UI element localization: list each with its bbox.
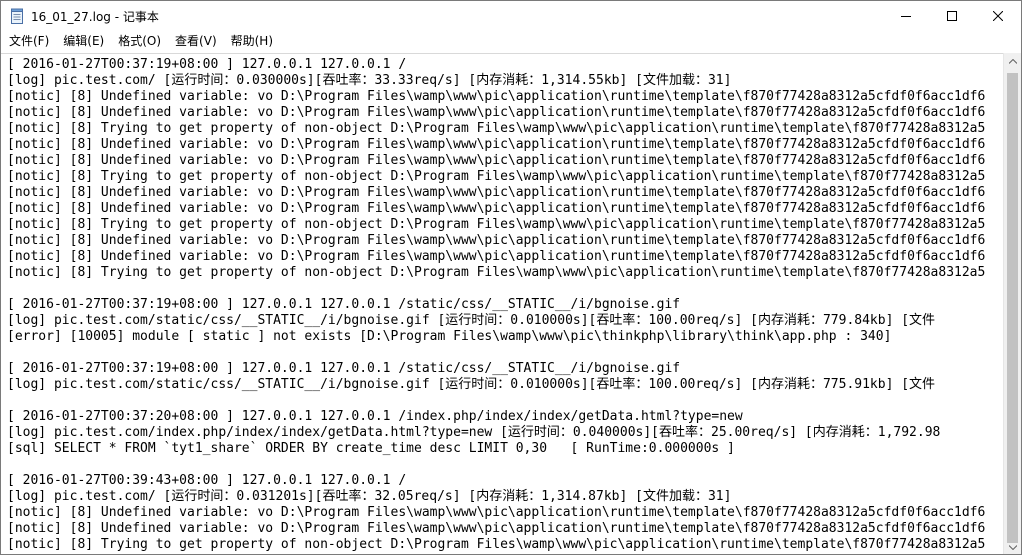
log-line: [log] pic.test.com/static/css/__STATIC__… [7,377,936,392]
log-line: [ 2016-01-27T00:37:19+08:00 ] 127.0.0.1 … [7,297,681,312]
log-content: [ 2016-01-27T00:37:19+08:00 ] 127.0.0.1 … [1,54,1003,553]
minimize-icon [901,16,911,17]
log-line: [ 2016-01-27T00:37:20+08:00 ] 127.0.0.1 … [7,409,743,424]
minimize-button[interactable] [883,1,929,31]
close-icon [993,11,1003,21]
menu-format[interactable]: 格式(O) [111,31,168,52]
scroll-up-button[interactable] [1004,53,1021,70]
log-line: [notic] [8] Undefined variable: vo D:\Pr… [7,233,986,248]
scroll-down-button[interactable] [1004,539,1021,554]
log-line: [log] pic.test.com/ [运行时间：0.031201s][吞吐率… [7,489,732,504]
menu-edit[interactable]: 编辑(E) [56,31,111,52]
arrow-down-icon [1008,545,1017,550]
log-line: [notic] [8] Undefined variable: vo D:\Pr… [7,505,986,520]
menu-help[interactable]: 帮助(H) [224,31,280,52]
log-line: [notic] [8] Undefined variable: vo D:\Pr… [7,105,986,120]
log-line: [ 2016-01-27T00:37:19+08:00 ] 127.0.0.1 … [7,57,407,72]
maximize-button[interactable] [929,1,975,31]
log-line: [notic] [8] Trying to get property of no… [7,265,986,280]
log-line: [notic] [8] Undefined variable: vo D:\Pr… [7,201,986,216]
log-line: [notic] [8] Undefined variable: vo D:\Pr… [7,137,986,152]
log-line: [notic] [8] Trying to get property of no… [7,169,986,184]
log-line: [log] pic.test.com/static/css/__STATIC__… [7,313,936,328]
arrow-up-icon [1008,59,1017,64]
vertical-scrollbar[interactable] [1003,53,1021,554]
log-line: [notic] [8] Undefined variable: vo D:\Pr… [7,249,986,264]
log-line: [log] pic.test.com/index.php/index/index… [7,425,941,440]
log-line: [notic] [8] Trying to get property of no… [7,217,986,232]
notepad-icon [9,8,25,24]
log-line: [notic] [8] Undefined variable: vo D:\Pr… [7,185,986,200]
notepad-window: 16_01_27.log - 记事本 文件(F) 编辑(E) 格式(O) 查看(… [0,0,1022,555]
log-line: [ 2016-01-27T00:37:19+08:00 ] 127.0.0.1 … [7,361,681,376]
close-button[interactable] [975,1,1021,31]
log-line: [notic] [8] Undefined variable: vo D:\Pr… [7,153,986,168]
maximize-icon [947,11,957,21]
window-title: 16_01_27.log - 记事本 [31,9,159,24]
menu-view[interactable]: 查看(V) [168,31,224,52]
menu-bar: 文件(F) 编辑(E) 格式(O) 查看(V) 帮助(H) [1,31,1021,52]
scroll-thumb[interactable] [1007,73,1018,543]
log-line: [log] pic.test.com/ [运行时间：0.030000s][吞吐率… [7,73,732,88]
log-line: [ 2016-01-27T00:39:43+08:00 ] 127.0.0.1 … [7,473,407,488]
log-line: [notic] [8] Undefined variable: vo D:\Pr… [7,521,986,536]
log-line: [notic] [8] Trying to get property of no… [7,121,986,136]
log-line: [sql] SELECT * FROM `tyt1_share` ORDER B… [7,441,735,456]
log-line: [notic] [8] Trying to get property of no… [7,537,986,552]
log-line: [notic] [8] Undefined variable: vo D:\Pr… [7,89,986,104]
window-controls [883,1,1021,31]
log-line: [error] [10005] module [ static ] not ex… [7,329,892,344]
menu-file[interactable]: 文件(F) [1,31,56,52]
text-editor[interactable]: [ 2016-01-27T00:37:19+08:00 ] 127.0.0.1 … [1,53,1003,554]
title-bar[interactable]: 16_01_27.log - 记事本 [1,1,1021,31]
